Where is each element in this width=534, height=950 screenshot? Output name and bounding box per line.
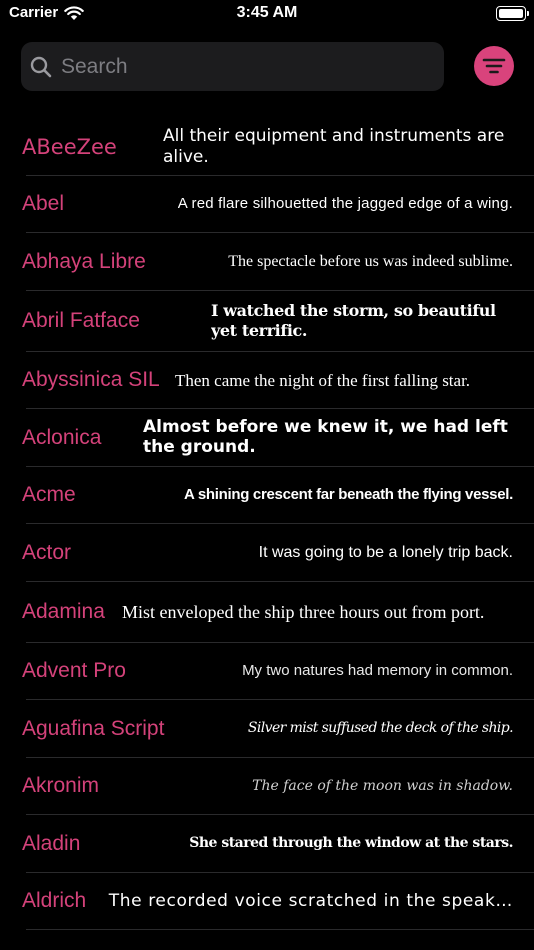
search-icon xyxy=(30,56,52,77)
font-row-aguafina-script[interactable]: Aguafina Script Silver mist suffused the… xyxy=(0,700,534,758)
font-name: Aguafina Script xyxy=(22,716,165,740)
font-row-aladin[interactable]: Aladin She stared through the window at … xyxy=(0,815,534,873)
search-bar[interactable] xyxy=(21,42,444,91)
font-name: Abril Fatface xyxy=(22,309,140,332)
font-sample: Mist enveloped the ship three hours out … xyxy=(122,601,485,622)
font-row-abhaya-libre[interactable]: Abhaya Libre The spectacle before us was… xyxy=(0,233,534,291)
font-row-advent-pro[interactable]: Advent Pro My two natures had memory in … xyxy=(0,643,534,701)
status-time: 3:45 AM xyxy=(236,4,298,21)
font-sample: A red flare silhouetted the jagged edge … xyxy=(177,194,513,212)
font-row-abeezee[interactable]: ABeeZee All their equipment and instrume… xyxy=(0,118,534,176)
font-name: Abhaya Libre xyxy=(22,249,146,273)
font-name: Abel xyxy=(22,192,65,216)
font-row-aclonica[interactable]: Aclonica Almost before we knew it, we ha… xyxy=(0,409,534,467)
font-name: Aclonica xyxy=(22,425,102,449)
font-name: Aladin xyxy=(22,831,81,855)
font-sample: I watched the storm, so beautiful yet te… xyxy=(211,301,496,340)
font-row-actor[interactable]: Actor It was going to be a lonely trip b… xyxy=(0,524,534,582)
status-bar: Carrier 3:45 AM xyxy=(0,0,534,30)
font-sample: The recorded voice scratched in the spea… xyxy=(108,890,513,911)
font-row-aldrich[interactable]: Aldrich The recorded voice scratched in … xyxy=(0,873,534,931)
font-name: Akronim xyxy=(22,774,100,798)
font-row-abril-fatface[interactable]: Abril Fatface I watched the storm, so be… xyxy=(0,291,534,352)
font-sample: Silver mist suffused the deck of the shi… xyxy=(247,720,513,736)
font-sample: It was going to be a lonely trip back. xyxy=(258,543,513,561)
font-row-abyssinica-sil[interactable]: Abyssinica SIL Then came the night of th… xyxy=(0,352,534,410)
font-name: Adamina xyxy=(22,600,105,623)
font-sample: A shining crescent far beneath the flyin… xyxy=(183,485,513,503)
font-sample: Then came the night of the first falling… xyxy=(175,370,471,390)
filter-button[interactable] xyxy=(474,46,514,86)
font-name: ABeeZee xyxy=(22,134,117,159)
font-list: ABeeZee All their equipment and instrume… xyxy=(0,118,534,930)
font-row-acme[interactable]: Acme A shining crescent far beneath the … xyxy=(0,467,534,525)
battery-icon xyxy=(496,6,529,21)
font-sample: My two natures had memory in common. xyxy=(242,661,513,679)
font-name: Advent Pro xyxy=(22,659,126,683)
filter-icon xyxy=(482,58,506,74)
font-name: Actor xyxy=(22,540,72,564)
font-name: Aldrich xyxy=(22,889,87,913)
font-name: Abyssinica SIL xyxy=(22,368,160,392)
font-sample: The spectacle before us was indeed subli… xyxy=(228,252,513,270)
font-sample: The face of the moon was in shadow. xyxy=(252,777,513,794)
font-sample: She stared through the window at the sta… xyxy=(189,835,513,851)
font-sample: All their equipment and instruments are … xyxy=(163,125,505,167)
font-row-abel[interactable]: Abel A red flare silhouetted the jagged … xyxy=(0,176,534,234)
font-row-akronim[interactable]: Akronim The face of the moon was in shad… xyxy=(0,758,534,816)
font-row-adamina[interactable]: Adamina Mist enveloped the ship three ho… xyxy=(0,582,534,643)
font-name: Acme xyxy=(22,483,76,507)
font-sample: Almost before we knew it, we had left th… xyxy=(143,418,508,457)
search-input[interactable] xyxy=(61,42,444,91)
